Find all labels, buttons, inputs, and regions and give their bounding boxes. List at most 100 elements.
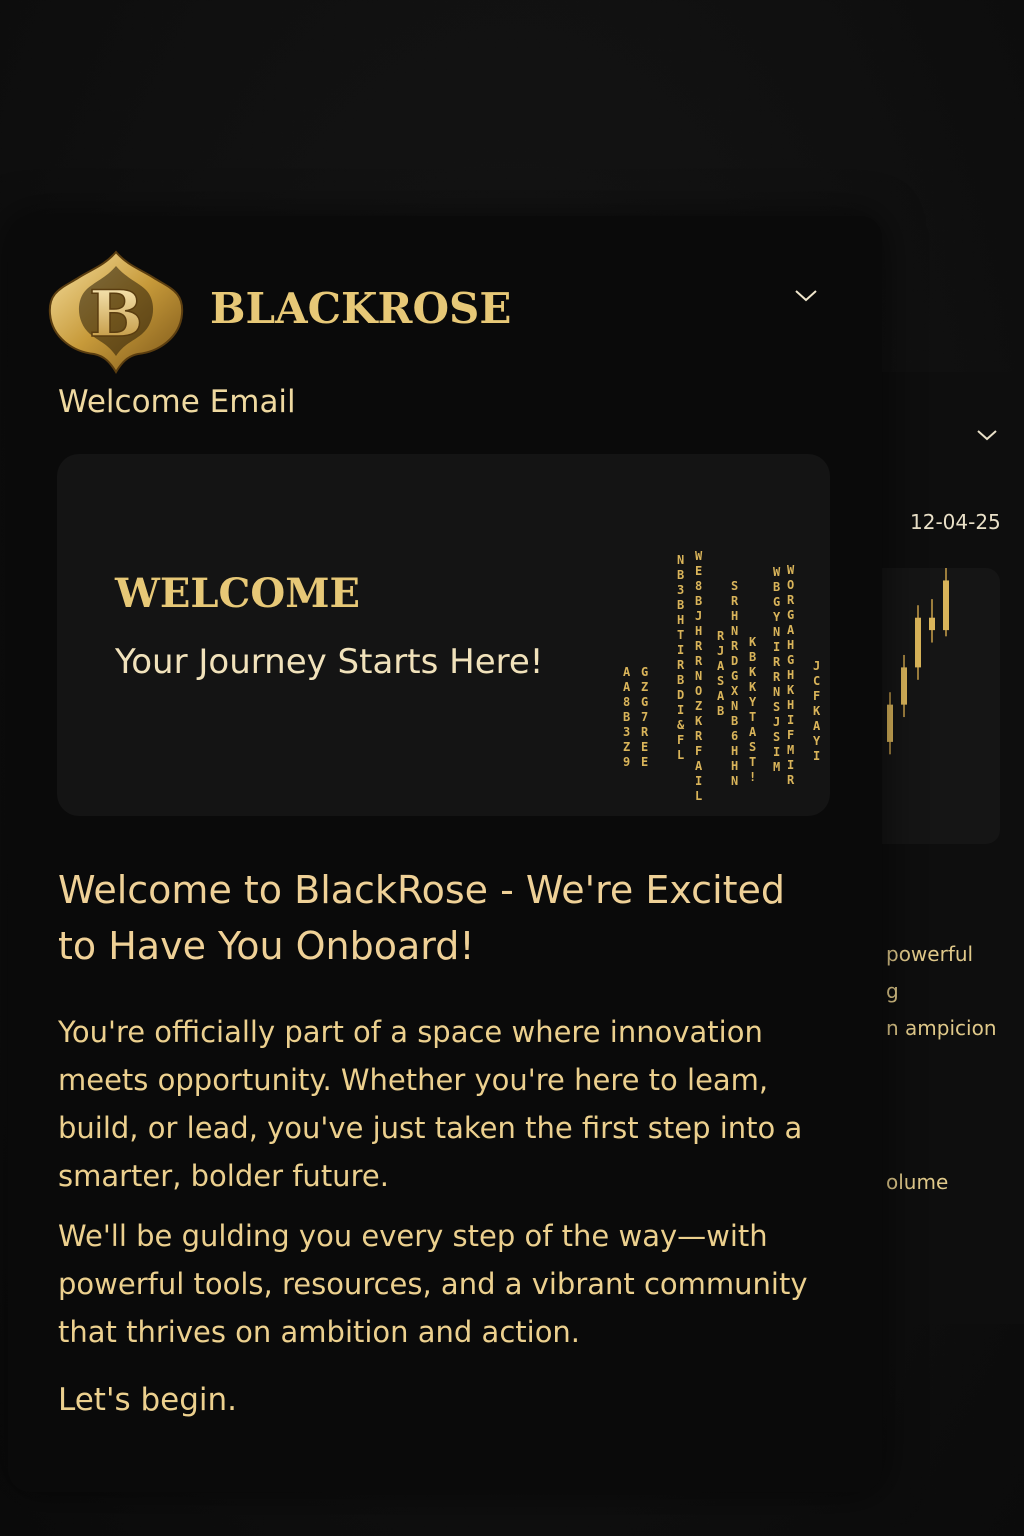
art-glyph: G (787, 608, 794, 622)
chevron-down-icon[interactable] (976, 428, 998, 442)
art-glyph: K (787, 683, 795, 697)
art-glyph: R (731, 639, 739, 653)
art-glyph: B (695, 594, 702, 608)
art-glyph: Z (695, 699, 702, 713)
art-glyph: I (813, 749, 820, 763)
brand-name: BLACKROSE (210, 284, 512, 333)
background-date: 12-04-25 (910, 510, 1001, 534)
art-glyph: J (773, 715, 780, 729)
art-glyph: N (695, 669, 702, 683)
candle-body (915, 617, 921, 668)
art-glyph: S (773, 700, 780, 714)
art-glyph: H (787, 638, 794, 652)
art-glyph: S (749, 740, 756, 754)
art-glyph: E (641, 755, 648, 769)
art-glyph: R (731, 594, 739, 608)
art-glyph: N (731, 624, 738, 638)
art-glyph: G (641, 665, 648, 679)
email-type-label: Welcome Email (58, 384, 296, 420)
art-glyph: L (677, 748, 684, 762)
art-glyph: R (717, 629, 725, 643)
art-glyph: T (749, 710, 756, 724)
art-glyph: I (787, 713, 794, 727)
art-glyph: Y (813, 734, 821, 748)
art-glyph: I (677, 703, 684, 717)
art-glyph: Z (623, 740, 630, 754)
art-glyph: H (731, 744, 738, 758)
art-glyph: H (731, 609, 738, 623)
banner-subtitle: Your Journey Starts Here! (115, 642, 544, 682)
art-glyph: B (677, 598, 684, 612)
art-glyph: 7 (641, 710, 648, 724)
art-glyph: B (623, 710, 630, 724)
body-paragraph-2: We'll be gulding you every step of the w… (58, 1219, 808, 1349)
art-glyph: S (717, 674, 724, 688)
candle-body (887, 704, 893, 742)
art-glyph: B (677, 568, 684, 582)
art-glyph: R (695, 639, 703, 653)
art-glyph: I (677, 643, 684, 657)
art-glyph: T (749, 755, 756, 769)
background-text-fragment: g (886, 979, 899, 1003)
background-text-fragment: olume (886, 1170, 949, 1194)
art-glyph: B (773, 580, 780, 594)
art-glyph: O (787, 578, 794, 592)
background-text-fragment: n ampicion (886, 1016, 997, 1040)
art-glyph: 9 (623, 755, 630, 769)
art-glyph: H (677, 613, 684, 627)
art-glyph: W (773, 565, 781, 579)
art-glyph: W (695, 550, 703, 563)
art-glyph: G (641, 695, 648, 709)
art-glyph: B (717, 704, 724, 718)
art-glyph: H (787, 698, 794, 712)
art-glyph: 6 (731, 729, 738, 743)
art-glyph: R (773, 655, 781, 669)
art-glyph: K (695, 714, 703, 728)
art-glyph: 3 (677, 583, 684, 597)
art-glyph: ! (749, 770, 756, 784)
art-glyph: I (695, 774, 702, 788)
art-glyph: L (695, 789, 702, 803)
art-glyph: A (623, 665, 631, 679)
art-glyph: R (641, 725, 649, 739)
art-glyph: R (787, 593, 795, 607)
art-glyph: I (773, 745, 780, 759)
art-glyph: J (717, 644, 724, 658)
art-glyph: 8 (695, 579, 702, 593)
banner-title: WELCOME (115, 570, 360, 617)
candle-body (943, 580, 949, 631)
blackrose-logo: B (48, 250, 184, 374)
background-text-fragment: powerful (886, 942, 974, 966)
art-glyph: N (773, 685, 780, 699)
art-glyph: K (749, 635, 757, 649)
art-glyph: R (677, 658, 685, 672)
art-glyph: G (731, 669, 738, 683)
art-glyph: N (731, 699, 738, 713)
candle-body (929, 617, 935, 631)
art-glyph: T (677, 628, 684, 642)
art-glyph: S (731, 579, 738, 593)
art-glyph: A (717, 659, 725, 673)
art-glyph: K (813, 704, 821, 718)
art-glyph: A (623, 680, 631, 694)
art-glyph: Y (773, 610, 781, 624)
email-headline: Welcome to BlackRose - We're Excited to … (58, 868, 786, 968)
art-glyph: H (695, 624, 702, 638)
art-glyph: G (787, 653, 794, 667)
art-glyph: M (773, 760, 780, 774)
art-glyph: C (813, 674, 820, 688)
art-glyph: O (695, 684, 702, 698)
art-glyph: H (787, 668, 794, 682)
art-glyph: A (787, 623, 795, 637)
art-glyph: Z (641, 680, 648, 694)
art-glyph: S (773, 730, 780, 744)
art-glyph: J (813, 659, 820, 673)
chevron-down-icon[interactable] (794, 288, 818, 304)
svg-text:B: B (89, 277, 143, 352)
art-glyph: R (695, 729, 703, 743)
art-glyph: R (787, 773, 795, 787)
art-glyph: K (749, 665, 757, 679)
art-glyph: & (677, 718, 685, 732)
art-glyph: B (731, 714, 738, 728)
golden-letters-art: AA8B3Z9GZG7REENB3BHTIRBDI&FLWE8BJHRRNOZK… (623, 550, 821, 803)
